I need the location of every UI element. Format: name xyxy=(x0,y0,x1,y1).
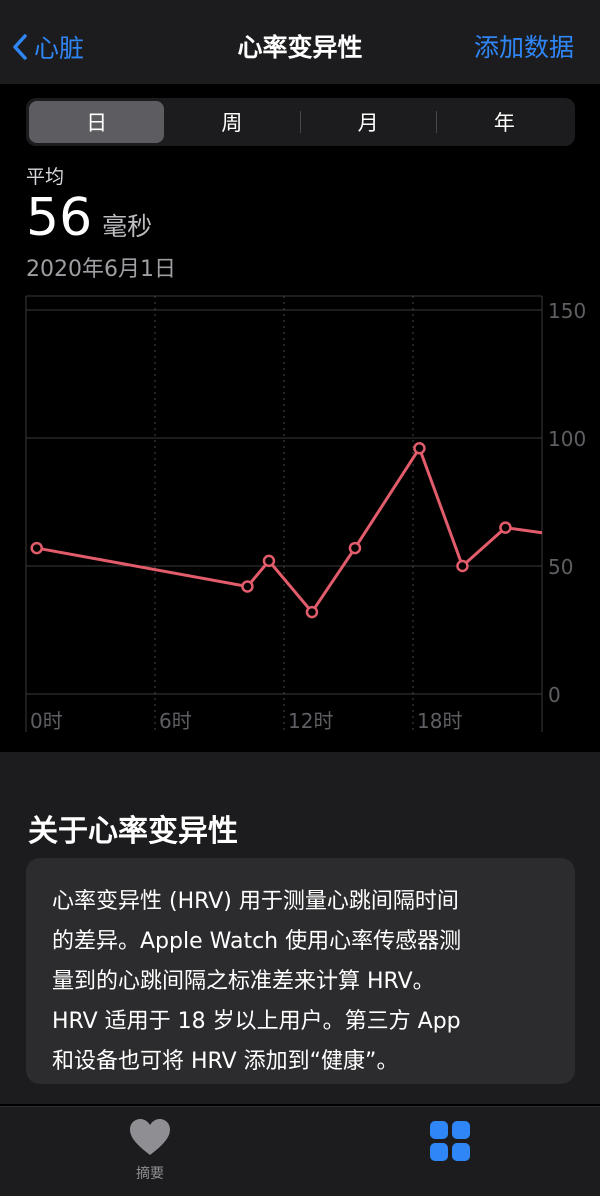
segment-week[interactable]: 周 xyxy=(164,101,299,143)
data-point xyxy=(456,559,469,573)
data-point xyxy=(413,441,426,455)
chevron-left-icon xyxy=(13,34,27,60)
about-text-line: 心率变异性 (HRV) 用于测量心跳间隔时间 xyxy=(52,889,459,914)
segment-day[interactable]: 日 xyxy=(29,101,165,143)
heart-icon xyxy=(130,1119,170,1155)
data-point xyxy=(241,580,254,593)
x-tick-label: 0时 xyxy=(30,709,63,733)
about-text-line: 的差异。Apple Watch 使用心率传感器测 xyxy=(52,929,462,954)
about-text-line: 量到的心跳间隔之标准差来计算 HRV。 xyxy=(52,969,435,994)
tab-bar: 摘要 xyxy=(0,1106,600,1196)
data-point xyxy=(30,541,43,555)
date-label: 2020年6月1日 xyxy=(26,257,176,282)
segment-year[interactable]: 年 xyxy=(437,101,572,143)
y-tick-label: 150 xyxy=(548,299,586,323)
back-label: 心脏 xyxy=(34,34,85,63)
series-line xyxy=(36,446,543,614)
y-tick-label: 100 xyxy=(548,427,586,451)
tab-summary[interactable]: 摘要 xyxy=(100,1117,200,1183)
time-range-segmented-control: 日 周 月 年 xyxy=(26,98,575,146)
tab-summary-label: 摘要 xyxy=(136,1166,164,1182)
data-point xyxy=(499,521,512,534)
hrv-line-chart[interactable]: 0 50 100 150 0时 6时 12时 18时 xyxy=(0,292,600,740)
data-point xyxy=(262,554,276,568)
segment-month[interactable]: 月 xyxy=(301,101,436,143)
average-unit: 毫秒 xyxy=(102,212,153,241)
add-data-button[interactable]: 添加数据 xyxy=(474,28,574,64)
average-label: 平均 xyxy=(26,166,65,188)
navigation-bar: 心脏 心率变异性 添加数据 xyxy=(0,0,600,84)
data-point xyxy=(348,541,362,555)
grid-icon[interactable] xyxy=(428,1119,472,1163)
about-text-line: HRV 适用于 18 岁以上用户。第三方 App xyxy=(52,1009,461,1034)
y-tick-label: 50 xyxy=(548,555,573,579)
y-tick-label: 0 xyxy=(548,683,561,707)
average-value: 56 xyxy=(26,188,93,248)
x-tick-label: 18时 xyxy=(417,709,462,733)
about-text-line: 和设备也可将 HRV 添加到“健康”。 xyxy=(52,1049,399,1074)
data-point xyxy=(305,605,319,619)
about-title: 关于心率变异性 xyxy=(28,814,238,849)
x-tick-label: 12时 xyxy=(288,709,333,733)
average-value-row: 56 毫秒 xyxy=(26,188,152,248)
x-tick-label: 6时 xyxy=(159,709,192,733)
about-section: 关于心率变异性 心率变异性 (HRV) 用于测量心跳间隔时间 的差异。Apple… xyxy=(0,752,600,1104)
back-button[interactable]: 心脏 xyxy=(12,24,84,70)
about-card: 心率变异性 (HRV) 用于测量心跳间隔时间 的差异。Apple Watch 使… xyxy=(26,858,575,1084)
